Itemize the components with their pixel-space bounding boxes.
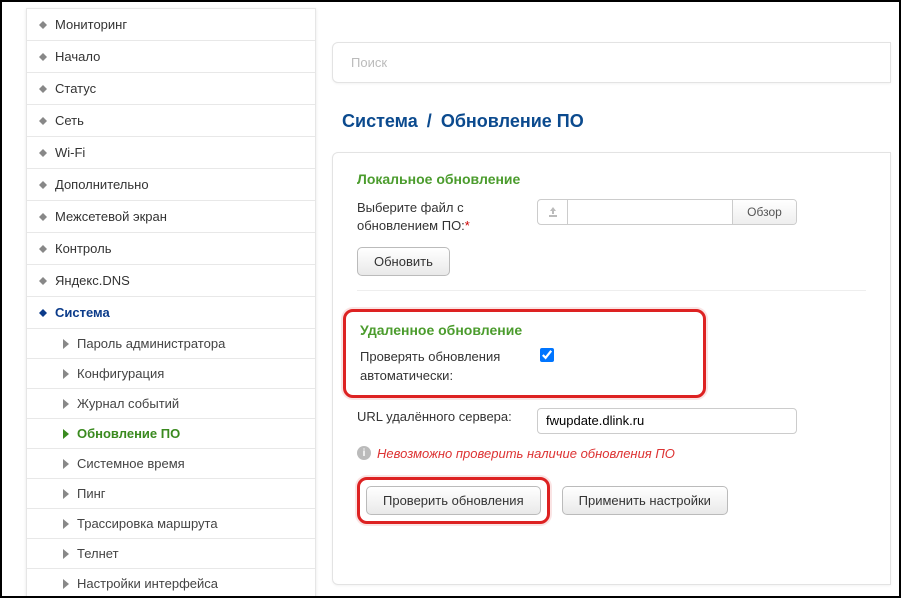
apply-settings-button[interactable]: Применить настройки bbox=[562, 486, 728, 515]
update-button[interactable]: Обновить bbox=[357, 247, 450, 276]
caret-icon bbox=[63, 459, 69, 469]
sub-admin-password[interactable]: Пароль администратора bbox=[27, 329, 315, 359]
check-updates-button[interactable]: Проверить обновления bbox=[366, 486, 541, 515]
diamond-icon bbox=[39, 213, 47, 221]
nav-label: Дополнительно bbox=[55, 177, 149, 192]
sub-label: Системное время bbox=[77, 456, 185, 471]
file-select-label: Выберите файл с обновлением ПО:* bbox=[357, 199, 537, 235]
remote-url-label: URL удалённого сервера: bbox=[357, 408, 537, 426]
sub-event-log[interactable]: Журнал событий bbox=[27, 389, 315, 419]
sub-label: Журнал событий bbox=[77, 396, 179, 411]
sub-label: Настройки интерфейса bbox=[77, 576, 218, 591]
sub-label: Телнет bbox=[77, 546, 119, 561]
info-icon: i bbox=[357, 446, 371, 460]
main-content: Поиск Система / Обновление ПО Локальное … bbox=[332, 2, 899, 596]
caret-icon bbox=[63, 579, 69, 589]
sub-configuration[interactable]: Конфигурация bbox=[27, 359, 315, 389]
sub-label: Конфигурация bbox=[77, 366, 164, 381]
remote-url-input[interactable] bbox=[537, 408, 797, 434]
diamond-icon bbox=[39, 181, 47, 189]
nav-wifi[interactable]: Wi-Fi bbox=[27, 137, 315, 169]
sub-label: Обновление ПО bbox=[77, 426, 180, 441]
breadcrumb-separator: / bbox=[427, 111, 432, 131]
caret-icon bbox=[63, 399, 69, 409]
content-panel: Локальное обновление Выберите файл с обн… bbox=[332, 152, 891, 585]
sub-firmware-update[interactable]: Обновление ПО bbox=[27, 419, 315, 449]
sub-label: Пароль администратора bbox=[77, 336, 225, 351]
sub-label: Трассировка маршрута bbox=[77, 516, 218, 531]
breadcrumb-parent: Система bbox=[342, 111, 418, 131]
diamond-icon bbox=[39, 245, 47, 253]
sub-ping[interactable]: Пинг bbox=[27, 479, 315, 509]
nav-label: Начало bbox=[55, 49, 100, 64]
error-message: Невозможно проверить наличие обновления … bbox=[377, 446, 675, 461]
nav-yandex-dns[interactable]: Яндекс.DNS bbox=[27, 265, 315, 297]
sub-label: Пинг bbox=[77, 486, 106, 501]
file-input[interactable]: Обзор bbox=[537, 199, 797, 225]
remote-update-title: Удаленное обновление bbox=[360, 322, 689, 338]
nav-label: Мониторинг bbox=[55, 17, 127, 32]
nav-label: Контроль bbox=[55, 241, 111, 256]
sub-traceroute[interactable]: Трассировка маршрута bbox=[27, 509, 315, 539]
highlight-check-button: Проверить обновления bbox=[357, 477, 550, 524]
nav-network[interactable]: Сеть bbox=[27, 105, 315, 137]
nav-monitoring[interactable]: Мониторинг bbox=[27, 9, 315, 41]
diamond-icon bbox=[39, 149, 47, 157]
diamond-icon bbox=[39, 277, 47, 285]
auto-check-checkbox[interactable] bbox=[540, 348, 554, 362]
nav-label: Статус bbox=[55, 81, 96, 96]
nav-system[interactable]: Система bbox=[27, 297, 315, 329]
nav-start[interactable]: Начало bbox=[27, 41, 315, 73]
required-asterisk: * bbox=[465, 218, 470, 233]
nav-advanced[interactable]: Дополнительно bbox=[27, 169, 315, 201]
nav-label: Сеть bbox=[55, 113, 84, 128]
caret-icon bbox=[63, 549, 69, 559]
caret-icon bbox=[63, 519, 69, 529]
sub-system-time[interactable]: Системное время bbox=[27, 449, 315, 479]
breadcrumb-current: Обновление ПО bbox=[441, 111, 584, 131]
upload-icon bbox=[538, 200, 568, 224]
caret-icon bbox=[63, 489, 69, 499]
divider bbox=[357, 290, 866, 291]
browse-button[interactable]: Обзор bbox=[732, 200, 796, 224]
diamond-icon bbox=[39, 85, 47, 93]
search-input[interactable]: Поиск bbox=[332, 42, 891, 83]
diamond-icon bbox=[39, 53, 47, 61]
sidebar: Мониторинг Начало Статус Сеть Wi-Fi Допо… bbox=[26, 8, 316, 598]
caret-icon bbox=[63, 369, 69, 379]
local-update-title: Локальное обновление bbox=[357, 171, 866, 187]
sub-interface-settings[interactable]: Настройки интерфейса bbox=[27, 569, 315, 598]
sub-telnet[interactable]: Телнет bbox=[27, 539, 315, 569]
caret-icon bbox=[63, 339, 69, 349]
nav-label: Яндекс.DNS bbox=[55, 273, 130, 288]
diamond-icon bbox=[39, 117, 47, 125]
nav-label: Межсетевой экран bbox=[55, 209, 167, 224]
nav-status[interactable]: Статус bbox=[27, 73, 315, 105]
diamond-icon bbox=[39, 21, 47, 29]
nav-label: Wi-Fi bbox=[55, 145, 85, 160]
nav-firewall[interactable]: Межсетевой экран bbox=[27, 201, 315, 233]
highlight-remote-section: Удаленное обновление Проверять обновлени… bbox=[343, 309, 706, 397]
caret-icon bbox=[63, 429, 69, 439]
auto-check-label: Проверять обновления автоматически: bbox=[360, 348, 540, 384]
breadcrumb: Система / Обновление ПО bbox=[342, 111, 891, 132]
nav-label: Система bbox=[55, 305, 110, 320]
nav-control[interactable]: Контроль bbox=[27, 233, 315, 265]
diamond-icon bbox=[39, 309, 47, 317]
